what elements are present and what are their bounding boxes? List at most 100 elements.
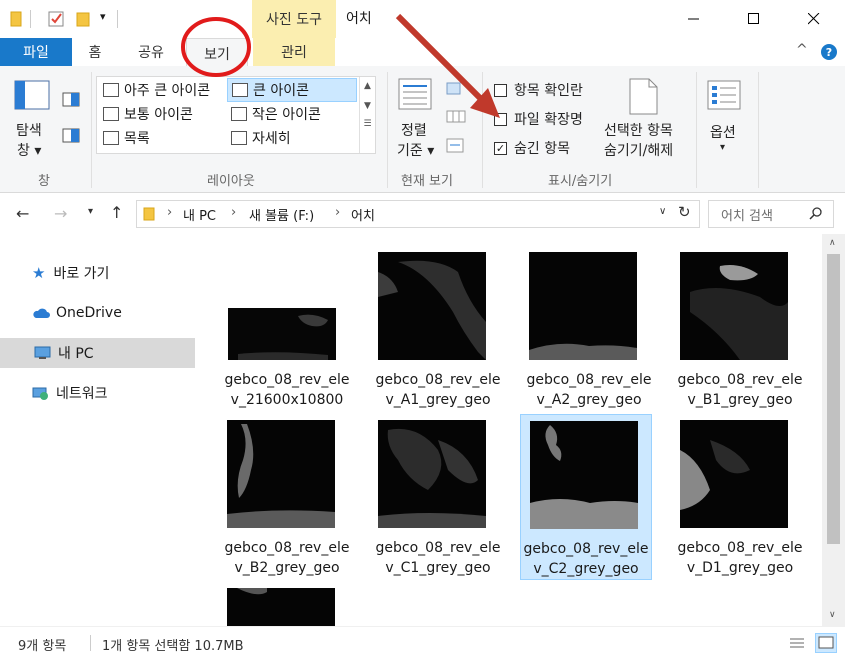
refresh-icon[interactable]: ↻ — [678, 203, 691, 221]
hide-selected-label[interactable]: 선택한 항목 — [604, 120, 673, 140]
nav-item-onedrive[interactable]: OneDrive — [0, 298, 195, 328]
file-item[interactable]: gebco_08_rev_ele v_21600x10800 — [222, 250, 352, 420]
group-label-panes: 창 — [38, 174, 50, 189]
maximize-button[interactable] — [724, 0, 784, 38]
file-item[interactable]: gebco_08_rev_ele v_A2_grey_geo — [524, 250, 654, 420]
navigation-pane: ★ 바로 가기 OneDrive 내 PC 네트워크 — [0, 234, 198, 626]
search-box[interactable]: 어치 검색 — [708, 200, 834, 228]
file-list: gebco_08_rev_ele v_21600x10800 gebco_08_… — [198, 234, 822, 626]
search-icon[interactable] — [809, 207, 823, 221]
file-name: gebco_08_rev_ele — [677, 372, 803, 388]
breadcrumb-volume[interactable]: 새 볼륨 (F:) — [249, 205, 314, 224]
item-checkboxes-checkbox[interactable] — [494, 84, 507, 97]
map-image — [529, 252, 637, 360]
hidden-items-checkbox[interactable]: ✓ — [494, 142, 507, 155]
navigation-pane-label[interactable]: 탐색 — [16, 120, 42, 140]
hide-selected-items-icon[interactable] — [629, 78, 659, 116]
status-bar: 9개 항목 1개 항목 선택함 10.7MB — [0, 626, 845, 660]
up-icon[interactable]: ↑ — [110, 203, 123, 222]
minimize-icon — [688, 18, 699, 20]
file-item[interactable] — [222, 586, 352, 626]
thumbnail-image — [227, 588, 335, 626]
file-item[interactable]: gebco_08_rev_ele v_D1_grey_geo — [675, 418, 805, 588]
layout-medium-icons[interactable]: 보통 아이콘 — [99, 103, 225, 125]
properties-icon[interactable] — [48, 10, 66, 28]
size-columns-icon[interactable] — [446, 138, 466, 154]
scrollbar-thumb[interactable] — [827, 254, 840, 544]
layout-gallery-scroll[interactable]: ▲ ▼ ☰ — [359, 77, 375, 153]
address-dropdown-icon[interactable]: ∨ — [659, 206, 666, 217]
hidden-items-label[interactable]: 숨긴 항목 — [514, 138, 570, 158]
new-folder-icon[interactable] — [76, 10, 92, 28]
file-item-selected[interactable]: gebco_08_rev_ele v_C2_grey_geo — [520, 414, 652, 580]
network-icon — [32, 387, 48, 400]
image-icon — [232, 83, 248, 97]
group-by-icon[interactable] — [446, 82, 462, 96]
expand-gallery-icon[interactable]: ☰ — [360, 119, 375, 129]
scroll-down-icon[interactable]: ▼ — [360, 101, 375, 111]
forward-icon[interactable]: → — [54, 204, 67, 223]
hide-selected-label-2[interactable]: 숨기기/해제 — [604, 140, 673, 160]
sort-by-label[interactable]: 정렬 — [401, 120, 427, 140]
tab-view[interactable]: 보기 — [186, 38, 248, 68]
map-image — [227, 420, 335, 528]
tab-manage[interactable]: 관리 — [253, 38, 335, 66]
layout-large-icons[interactable]: 큰 아이콘 — [227, 78, 357, 102]
sort-by-dropdown[interactable]: 기준 ▾ — [397, 140, 434, 160]
search-input[interactable]: 어치 검색 — [721, 205, 773, 224]
file-name: gebco_08_rev_ele — [224, 540, 350, 556]
details-view-icon[interactable] — [788, 636, 806, 652]
star-icon: ★ — [32, 264, 46, 282]
layout-details[interactable]: 자세히 — [227, 127, 355, 149]
file-item[interactable]: gebco_08_rev_ele v_B2_grey_geo — [222, 418, 352, 588]
item-checkboxes-label[interactable]: 항목 확인란 — [514, 80, 583, 100]
details-pane-icon[interactable] — [62, 128, 80, 144]
options-dropdown-icon[interactable]: ▾ — [720, 142, 725, 153]
options-label[interactable]: 옵션 — [710, 122, 736, 142]
layout-list[interactable]: 목록 — [99, 127, 225, 149]
customize-quick-access-icon[interactable]: ▾ — [100, 10, 106, 23]
collapse-ribbon-icon[interactable]: ^ — [796, 42, 808, 58]
breadcrumb-separator: › — [167, 205, 173, 220]
vertical-scrollbar[interactable]: ∧ ∨ — [822, 234, 845, 626]
layout-extra-large-icons[interactable]: 아주 큰 아이콘 — [99, 79, 225, 101]
nav-item-this-pc[interactable]: 내 PC — [0, 338, 195, 368]
folder-icon[interactable] — [10, 10, 24, 28]
scroll-down-icon[interactable]: ∨ — [829, 610, 836, 620]
close-button[interactable] — [784, 0, 844, 38]
help-icon[interactable]: ? — [820, 43, 838, 61]
back-icon[interactable]: ← — [16, 204, 29, 223]
item-count: 9개 항목 — [18, 639, 67, 654]
large-icons-view-icon[interactable] — [815, 633, 837, 653]
file-extensions-label[interactable]: 파일 확장명 — [514, 109, 583, 129]
recent-locations-icon[interactable]: ▾ — [88, 206, 93, 217]
window-title: 어치 — [346, 11, 372, 27]
thumbnail-image — [378, 420, 486, 528]
file-extensions-checkbox[interactable] — [494, 113, 507, 126]
file-item[interactable]: gebco_08_rev_ele v_B1_grey_geo — [675, 250, 805, 420]
breadcrumb-current[interactable]: 어치 — [351, 205, 375, 224]
nav-item-quick-access[interactable]: ★ 바로 가기 — [0, 258, 195, 288]
divider — [90, 635, 91, 651]
navigation-pane-dropdown[interactable]: 창 ▾ — [17, 140, 41, 160]
add-columns-icon[interactable] — [446, 110, 468, 124]
file-name: gebco_08_rev_ele — [375, 540, 501, 556]
layout-small-icons[interactable]: 작은 아이콘 — [227, 103, 355, 125]
breadcrumb-this-pc[interactable]: 내 PC — [183, 205, 216, 224]
file-name: gebco_08_rev_ele — [224, 372, 350, 388]
navigation-pane-icon[interactable] — [14, 80, 52, 112]
scroll-up-icon[interactable]: ∧ — [829, 238, 836, 248]
tab-share[interactable]: 공유 — [130, 38, 172, 66]
tab-home[interactable]: 홈 — [80, 38, 110, 66]
preview-pane-icon[interactable] — [62, 92, 80, 108]
file-item[interactable]: gebco_08_rev_ele v_C1_grey_geo — [373, 418, 503, 588]
minimize-button[interactable] — [664, 0, 724, 38]
options-icon[interactable] — [707, 80, 743, 112]
address-bar[interactable]: › 내 PC › 새 볼륨 (F:) › 어치 ∨ ↻ — [136, 200, 700, 228]
tab-file[interactable]: 파일 — [0, 38, 72, 66]
nav-item-network[interactable]: 네트워크 — [0, 378, 195, 408]
sort-by-icon[interactable] — [398, 78, 434, 112]
scroll-up-icon[interactable]: ▲ — [360, 81, 375, 91]
file-item[interactable]: gebco_08_rev_ele v_A1_grey_geo — [373, 250, 503, 420]
divider — [387, 72, 388, 188]
